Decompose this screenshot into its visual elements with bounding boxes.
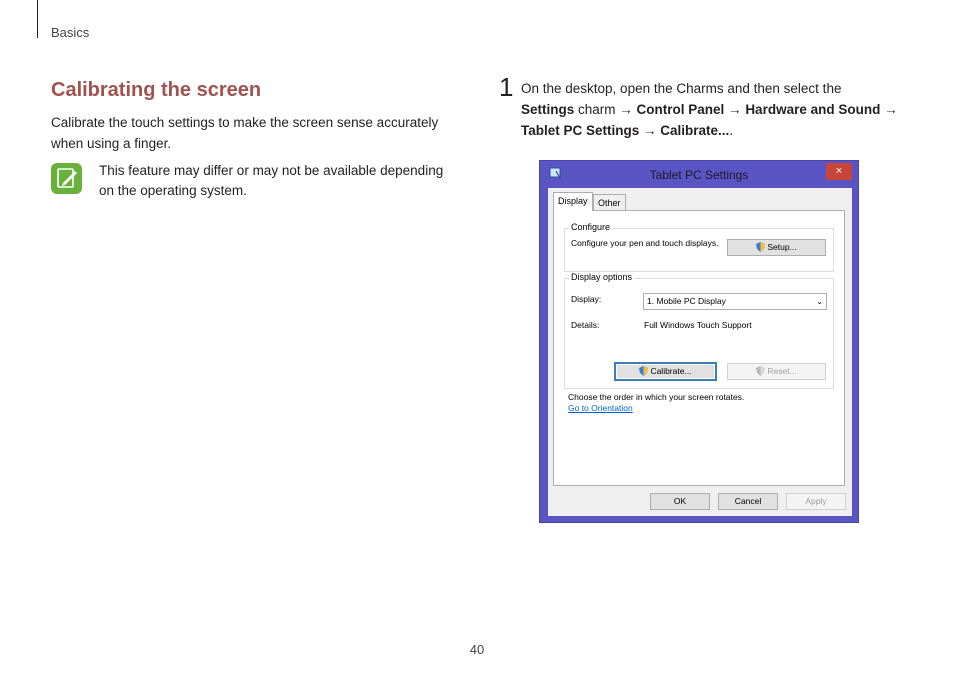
uac-shield-icon [639,366,649,376]
note-pen-icon [51,163,82,194]
chevron-down-icon: ⌄ [816,297,823,306]
details-value: Full Windows Touch Support [644,320,752,330]
dialog-client-area: Display Other Configure Configure your p… [548,188,852,516]
tab-panel: Configure Configure your pen and touch d… [553,210,845,486]
close-button[interactable]: × [826,163,852,180]
tablet-pc-settings-term: Tablet PC Settings [521,123,640,138]
calibrate-button[interactable]: Calibrate... [614,362,717,381]
calibrate-button-label: Calibrate... [650,366,692,376]
dialog-title: Tablet PC Settings [649,168,749,182]
tab-other[interactable]: Other [593,194,626,210]
running-header: Basics [51,25,90,40]
configure-group: Configure Configure your pen and touch d… [564,222,834,272]
reset-button-label: Reset... [767,366,797,376]
step-period: . [729,123,734,138]
tablet-pc-settings-dialog: Tablet PC Settings × Display Other Confi… [539,160,859,523]
step-number: 1 [499,72,514,102]
step-arrow: → [880,102,898,117]
display-label: Display: [571,294,602,304]
step-charm-text: charm → [574,102,637,117]
details-label: Details: [571,320,600,330]
orientation-text: Choose the order in which your screen ro… [568,392,745,402]
display-select[interactable]: 1. Mobile PC Display ⌄ [643,293,827,310]
dialog-titlebar: Tablet PC Settings × [540,161,858,187]
display-select-value: 1. Mobile PC Display [647,296,726,306]
step-arrow: → [639,123,661,138]
display-options-group: Display options Display: 1. Mobile PC Di… [564,272,834,389]
apply-button[interactable]: Apply [786,493,846,510]
configure-group-label: Configure [569,222,613,232]
step-arrow: → [724,102,746,117]
setup-button-label: Setup... [767,242,797,252]
intro-paragraph: Calibrate the touch settings to make the… [51,115,439,151]
calibrate-term: Calibrate... [660,123,730,138]
header-rule [37,0,38,38]
section-title: Calibrating the screen [51,79,262,101]
uac-shield-icon [756,242,766,252]
ok-button[interactable]: OK [650,493,710,510]
step-instructions: On the desktop, open the Charms and then… [521,78,921,141]
control-panel-term: Control Panel [636,102,725,117]
step-text-intro: On the desktop, open the Charms and then… [521,81,842,96]
page-number: 40 [469,642,485,657]
note-text: This feature may differ or may not be av… [99,163,444,198]
reset-button[interactable]: Reset... [727,363,826,380]
uac-shield-icon [756,366,766,376]
setup-button[interactable]: Setup... [727,239,826,256]
tab-display[interactable]: Display [553,192,593,211]
cancel-button[interactable]: Cancel [718,493,778,510]
orientation-link[interactable]: Go to Orientation [568,403,633,413]
settings-term: Settings [521,102,575,117]
hardware-sound-term: Hardware and Sound [745,102,881,117]
configure-description: Configure your pen and touch displays. [571,238,719,248]
display-options-label: Display options [569,272,635,282]
